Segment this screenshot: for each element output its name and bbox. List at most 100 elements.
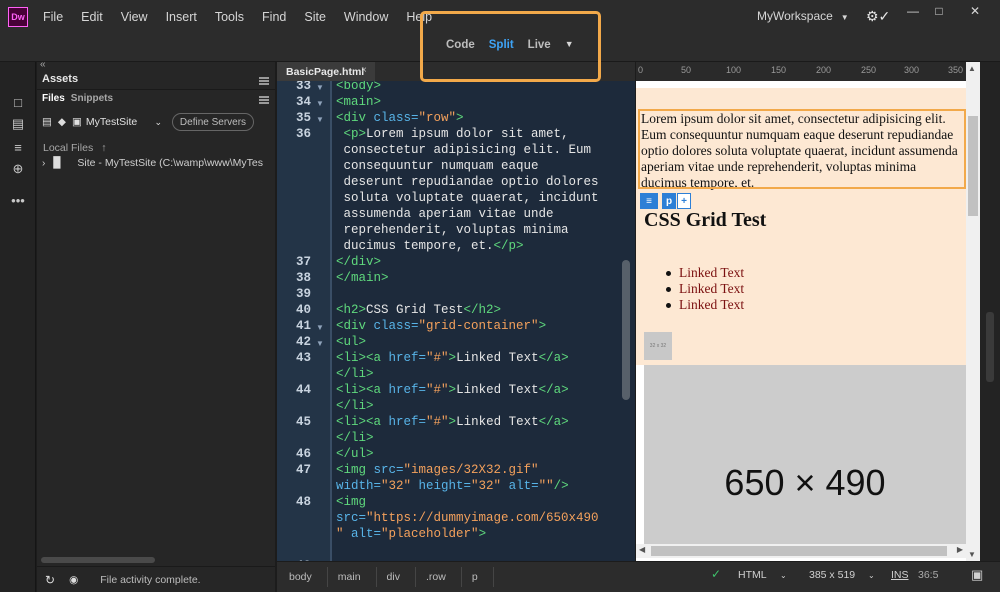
live-view[interactable]: 0 50 100 150 200 250 300 350 Lorem ipsum… — [636, 62, 966, 561]
thumbnail-image[interactable]: 32 x 32 — [644, 332, 672, 360]
scroll-right-icon[interactable]: ▶ — [957, 545, 963, 554]
code-line[interactable]: </div> — [336, 255, 381, 269]
doctype-select[interactable]: HTML — [738, 569, 767, 581]
site-select[interactable]: ▣ MyTestSite ⌄ — [72, 113, 162, 131]
tab-files[interactable]: Files — [42, 93, 65, 104]
menu-tools[interactable]: Tools — [206, 10, 253, 24]
split-view-button[interactable]: Split — [489, 39, 514, 51]
maximize-icon[interactable]: □ — [922, 0, 956, 22]
dom-target-icon[interactable]: ⊕ — [10, 161, 26, 177]
code-line[interactable]: <img src="images/32X32.gif" — [336, 463, 539, 477]
fold-arrow-icon[interactable]: ▼ — [316, 323, 324, 332]
fold-arrow-icon[interactable]: ▼ — [316, 115, 324, 124]
menu-file[interactable]: File — [34, 10, 72, 24]
code-line[interactable]: </li> — [336, 367, 374, 381]
code-line[interactable]: <p>Lorem ipsum dolor sit amet, — [336, 127, 569, 141]
close-icon[interactable]: ✕ — [958, 0, 992, 22]
code-line[interactable]: <li><a href="#">Linked Text</a> — [336, 383, 569, 397]
file-options-icon[interactable]: ▤ — [10, 116, 26, 132]
code-line[interactable]: <div class="grid-container"> — [336, 319, 546, 333]
site-remote-icon[interactable]: ◉ — [69, 574, 78, 586]
scroll-up-icon[interactable]: ▲ — [968, 64, 976, 73]
workspace-switcher[interactable]: MyWorkspace ▼ — [757, 9, 849, 23]
site-tree-item[interactable]: › ▉ Site - MyTestSite (C:\wamp\www\MyTes — [37, 154, 275, 169]
live-horizontal-scrollbar[interactable]: ◀ ▶ — [636, 544, 966, 558]
more-icon[interactable]: ••• — [10, 192, 26, 208]
hud-add-class-button[interactable]: + — [677, 193, 691, 209]
menu-window[interactable]: Window — [335, 10, 397, 24]
scroll-left-icon[interactable]: ◀ — [639, 545, 645, 554]
tag-selector-body[interactable]: body — [277, 567, 328, 587]
live-paragraph[interactable]: Lorem ipsum dolor sit amet, consectetur … — [641, 111, 965, 191]
code-line[interactable]: <li><a href="#">Linked Text</a> — [336, 351, 569, 365]
code-line[interactable]: <body> — [336, 81, 381, 93]
window-size-select[interactable]: 385 x 519 — [809, 569, 855, 581]
menu-find[interactable]: Find — [253, 10, 295, 24]
code-line[interactable]: </ul> — [336, 447, 374, 461]
close-tab-icon[interactable]: × — [361, 65, 367, 76]
tag-selector-row[interactable]: .row — [414, 567, 462, 587]
code-editor[interactable]: 33 ▼ <body> 34 ▼ <main> 35 ▼ <div class="row"> 36… — [277, 81, 635, 561]
menu-help[interactable]: Help — [397, 10, 441, 24]
code-line[interactable]: <h2>CSS Grid Test</h2> — [336, 303, 501, 317]
no-errors-icon[interactable]: ✓ — [711, 567, 721, 581]
scroll-down-icon[interactable]: ▼ — [968, 550, 976, 559]
sort-arrow-icon[interactable]: ↑ — [101, 142, 106, 154]
git-icon[interactable]: ◆ — [58, 116, 66, 128]
menu-site[interactable]: Site — [295, 10, 335, 24]
menu-edit[interactable]: Edit — [72, 10, 112, 24]
preview-icon[interactable]: ▣ — [971, 567, 983, 583]
code-line[interactable]: </li> — [336, 431, 374, 445]
chevron-right-icon[interactable]: › — [42, 158, 45, 169]
panel-scrollbar[interactable] — [37, 556, 275, 564]
code-line[interactable]: soluta voluptate quaerat, incidunt — [336, 191, 599, 205]
define-servers-button[interactable]: Define Servers — [172, 113, 254, 131]
code-view-icon[interactable]: □ — [10, 94, 26, 110]
code-line[interactable]: ducimus tempore, et.</p> — [336, 239, 524, 253]
code-scrollbar[interactable] — [622, 260, 630, 400]
code-line[interactable]: </li> — [336, 399, 374, 413]
code-line[interactable]: width="32" height="32" alt=""/> — [336, 479, 569, 493]
live-vertical-scrollbar[interactable]: ▲ ▼ — [966, 62, 980, 561]
panel-scroll-handle[interactable] — [986, 312, 994, 382]
code-line[interactable]: consequuntur numquam eaque — [336, 159, 539, 173]
tag-selector-main[interactable]: main — [326, 567, 377, 587]
menu-insert[interactable]: Insert — [157, 10, 206, 24]
fold-arrow-icon[interactable]: ▼ — [316, 99, 324, 108]
code-view-button[interactable]: Code — [446, 39, 475, 51]
code-line[interactable]: reprehenderit, voluptas minima — [336, 223, 569, 237]
code-line[interactable]: <ul> — [336, 335, 366, 349]
menu-view[interactable]: View — [112, 10, 157, 24]
code-line[interactable]: <div class="row"> — [336, 111, 464, 125]
hud-menu-icon[interactable]: ≡ — [640, 193, 658, 209]
fold-arrow-icon[interactable]: ▼ — [316, 339, 324, 348]
code-line[interactable]: deserunt repudiandae optio dolores — [336, 175, 599, 189]
code-line[interactable]: <main> — [336, 95, 381, 109]
refresh-icon[interactable]: ↻ — [45, 573, 55, 587]
format-source-icon[interactable]: ≡ — [10, 139, 26, 155]
tab-assets[interactable]: Assets — [37, 73, 84, 89]
tag-selector-p[interactable]: p — [460, 567, 494, 587]
code-line[interactable]: " alt="placeholder"> — [336, 527, 486, 541]
insert-mode-toggle[interactable]: INS — [891, 569, 909, 581]
placeholder-image[interactable] — [644, 365, 966, 545]
code-line[interactable]: <img — [336, 495, 366, 509]
code-line[interactable]: consectetur adipisicing elit. Eum — [336, 143, 592, 157]
connect-icon[interactable]: ▤ — [42, 116, 52, 128]
panel-menu-icon[interactable] — [259, 77, 269, 85]
code-line[interactable]: assumenda aperiam vitae unde — [336, 207, 554, 221]
list-item-link[interactable]: Linked Text — [665, 297, 744, 313]
code-line[interactable]: <li><a href="#">Linked Text</a> — [336, 415, 569, 429]
live-dropdown-icon[interactable]: ▼ — [565, 39, 574, 51]
fold-arrow-icon[interactable]: ▼ — [316, 83, 324, 92]
sync-settings-icon[interactable]: ⚙✓ — [866, 8, 890, 25]
live-heading[interactable]: CSS Grid Test — [644, 209, 766, 232]
files-menu-icon[interactable] — [259, 96, 269, 104]
code-line[interactable]: </main> — [336, 271, 389, 285]
tag-selector-div[interactable]: div — [375, 567, 417, 587]
live-view-button[interactable]: Live — [528, 39, 551, 51]
collapse-icon[interactable]: « — [40, 59, 46, 70]
list-item-link[interactable]: Linked Text — [665, 265, 744, 281]
list-item-link[interactable]: Linked Text — [665, 281, 744, 297]
code-line[interactable]: src="https://dummyimage.com/650x490 — [336, 511, 599, 525]
